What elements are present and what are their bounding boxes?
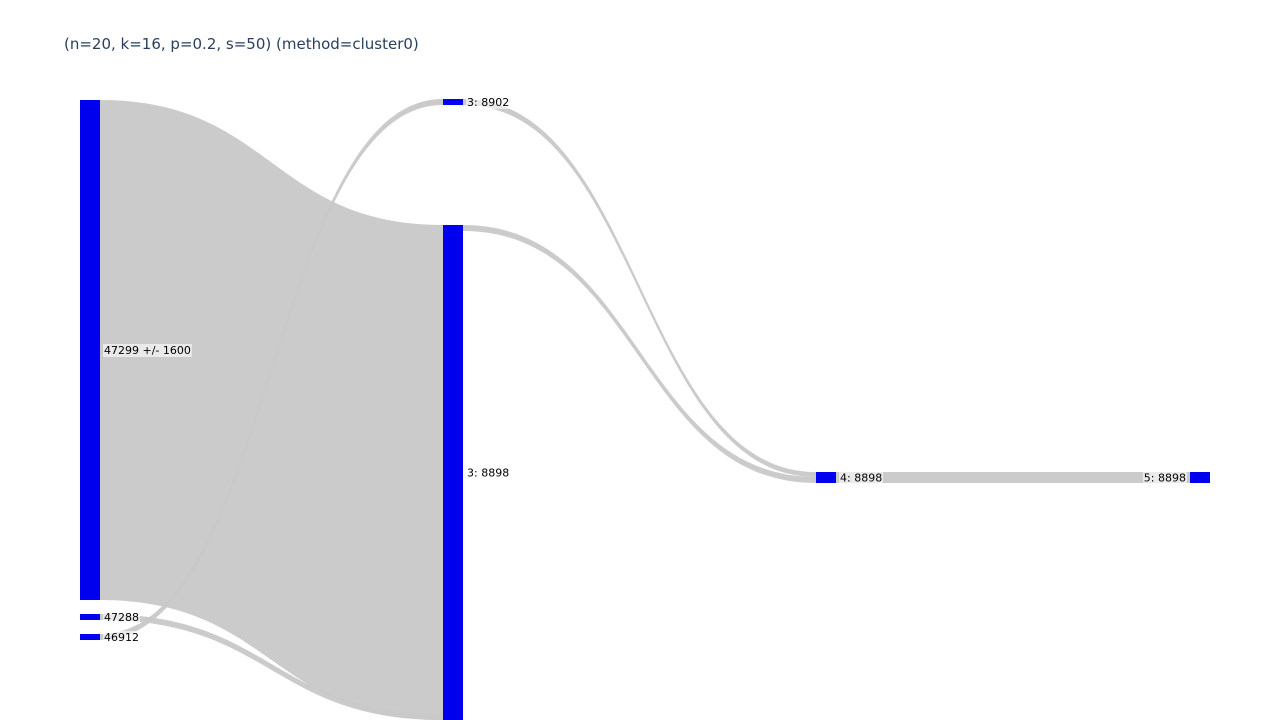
sankey-diagram: 47299 +/- 1600 47288 46912 3: 8902 3: 8898 4:… xyxy=(80,96,1210,720)
link-n5-n6[interactable] xyxy=(836,472,1190,483)
node-n4[interactable] xyxy=(443,225,463,720)
node-n1[interactable] xyxy=(80,614,100,620)
link-n0-n4[interactable] xyxy=(100,100,443,720)
node-n6[interactable] xyxy=(1190,472,1210,483)
node-label-n0: 47299 +/- 1600 xyxy=(104,344,191,357)
link-n3-n5[interactable] xyxy=(463,99,816,477)
node-label-n2: 46912 xyxy=(104,631,139,644)
node-label-n4: 3: 8898 xyxy=(467,467,509,480)
node-label-n5: 4: 8898 xyxy=(840,472,882,485)
node-label-n6: 5: 8898 xyxy=(1144,472,1186,485)
node-n2[interactable] xyxy=(80,634,100,640)
links-layer xyxy=(100,99,1190,720)
node-label-n3: 3: 8902 xyxy=(467,96,509,109)
node-n3[interactable] xyxy=(443,99,463,105)
link-n4-n5[interactable] xyxy=(463,225,816,483)
node-n0[interactable] xyxy=(80,100,100,600)
node-n5[interactable] xyxy=(816,472,836,483)
node-label-n1: 47288 xyxy=(104,611,139,624)
